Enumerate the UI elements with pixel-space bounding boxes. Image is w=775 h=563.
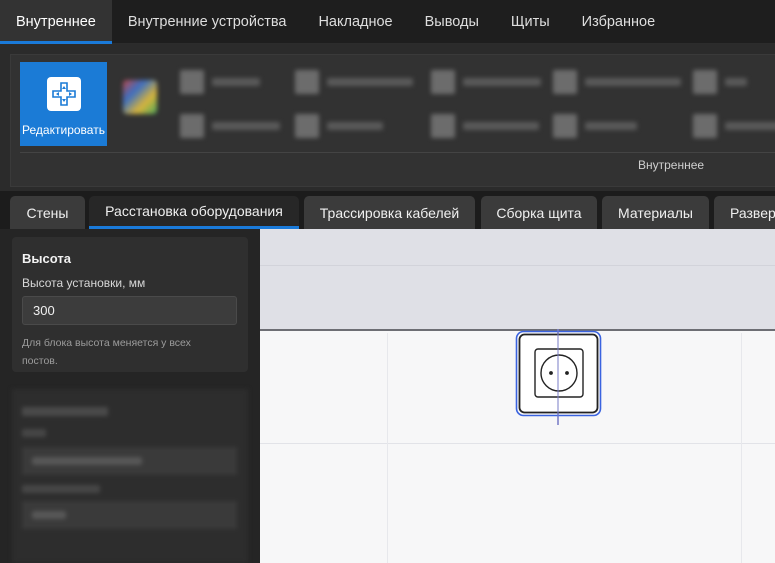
move-cross-icon <box>46 77 81 111</box>
tool-label <box>463 122 539 130</box>
blurred-label <box>22 485 100 493</box>
ribbon-tool[interactable] <box>431 114 539 138</box>
tab-layout[interactable]: Развер <box>714 196 775 229</box>
tab-panels[interactable]: Щиты <box>495 0 566 44</box>
ribbon-tool[interactable] <box>693 70 747 94</box>
edit-button[interactable]: Редактировать <box>20 62 107 146</box>
grid-line <box>260 443 775 444</box>
socket-object[interactable] <box>514 329 604 425</box>
ribbon-tool[interactable] <box>123 80 157 114</box>
tool-label <box>327 78 413 86</box>
ribbon-tools-blurred <box>115 60 775 150</box>
tool-icon <box>553 114 577 138</box>
ribbon-tool[interactable] <box>553 114 637 138</box>
tool-icon <box>295 114 319 138</box>
tool-icon <box>693 114 717 138</box>
drawing-canvas[interactable] <box>260 229 775 563</box>
tool-icon <box>180 70 204 94</box>
top-tab-bar: Внутреннее Внутренние устройства Накладн… <box>0 0 775 44</box>
tab-equipment-placement[interactable]: Расстановка оборудования <box>89 196 299 229</box>
tool-label <box>212 78 260 86</box>
app-window: Внутреннее Внутренние устройства Накладн… <box>0 0 775 563</box>
tool-icon <box>123 80 157 114</box>
blurred-select-text <box>32 457 142 465</box>
grid-line <box>387 333 388 563</box>
tool-label <box>585 78 681 86</box>
ribbon-tool[interactable] <box>295 70 413 94</box>
tool-label <box>585 122 637 130</box>
ribbon-tool[interactable] <box>553 70 681 94</box>
properties-panel: Высота Высота установки, мм Для блока вы… <box>0 229 260 563</box>
tab-walls[interactable]: Стены <box>10 196 85 229</box>
tab-internal[interactable]: Внутреннее <box>0 0 112 44</box>
grid-line <box>260 265 775 266</box>
tool-label <box>725 78 747 86</box>
tool-icon <box>180 114 204 138</box>
height-card: Высота Высота установки, мм Для блока вы… <box>12 237 248 372</box>
ribbon-tool[interactable] <box>295 114 383 138</box>
edit-button-label: Редактировать <box>22 123 105 137</box>
tool-icon <box>295 70 319 94</box>
tab-cable-routing[interactable]: Трассировка кабелей <box>304 196 475 229</box>
ribbon-tool[interactable] <box>180 70 260 94</box>
ribbon-group-label: Внутреннее <box>638 158 705 172</box>
tab-materials[interactable]: Материалы <box>602 196 709 229</box>
tab-outputs[interactable]: Выводы <box>409 0 495 44</box>
tool-label <box>327 122 383 130</box>
tool-icon <box>553 70 577 94</box>
ribbon-tool[interactable] <box>431 70 541 94</box>
ribbon-divider <box>20 152 775 153</box>
tab-surface[interactable]: Накладное <box>302 0 408 44</box>
tool-label <box>212 122 280 130</box>
tab-panel-assembly[interactable]: Сборка щита <box>481 196 597 229</box>
ribbon-tool[interactable] <box>693 114 775 138</box>
blurred-label <box>22 429 46 437</box>
ribbon-tool[interactable] <box>180 114 280 138</box>
tool-label <box>463 78 541 86</box>
height-field-label: Высота установки, мм <box>22 276 146 290</box>
tab-internal-devices[interactable]: Внутренние устройства <box>112 0 303 44</box>
workflow-tab-bar: Стены Расстановка оборудования Трассиров… <box>0 191 775 229</box>
tool-icon <box>431 114 455 138</box>
tool-icon <box>431 70 455 94</box>
tool-icon <box>693 70 717 94</box>
grid-line <box>741 333 742 563</box>
height-title: Высота <box>22 251 71 266</box>
height-hint: Для блока высота меняется у всех постов. <box>22 337 191 367</box>
blurred-input-text <box>32 511 66 519</box>
wall-elevation <box>260 229 775 331</box>
blurred-heading <box>22 407 108 416</box>
tab-favorites[interactable]: Избранное <box>566 0 671 44</box>
height-input[interactable] <box>22 296 237 325</box>
blurred-properties <box>12 389 248 563</box>
tool-label <box>725 122 775 130</box>
